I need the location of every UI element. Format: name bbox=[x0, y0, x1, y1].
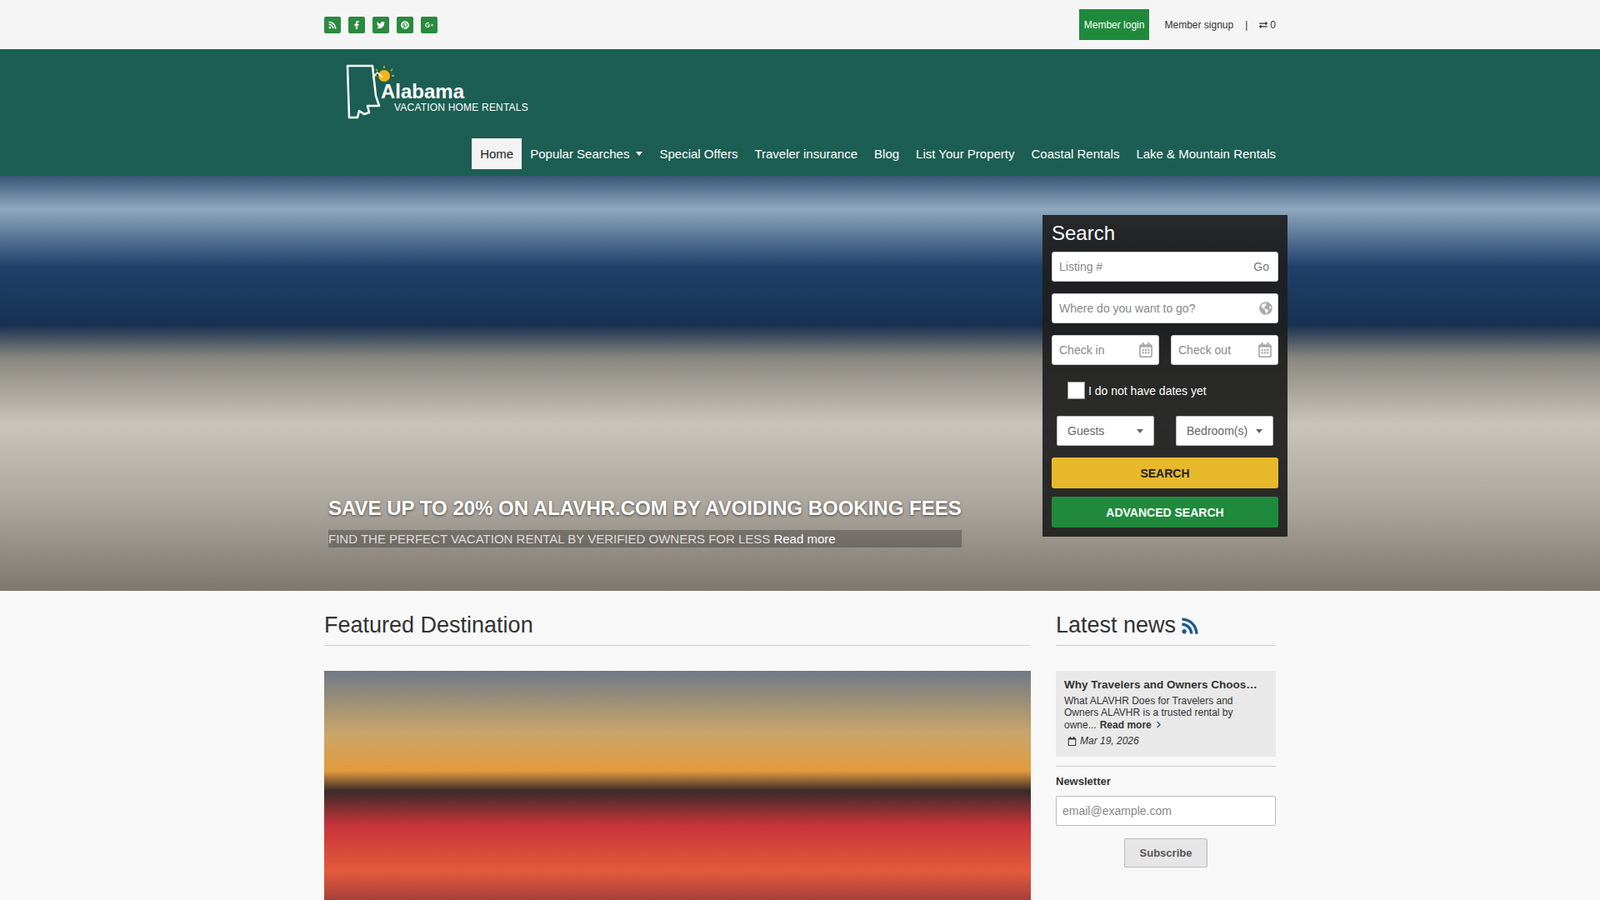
logo-name: Alabama bbox=[380, 81, 529, 102]
nav-item[interactable]: Popular Searches bbox=[521, 138, 651, 170]
search-panel: Search Go I do not have dates yetGuests Bed… bbox=[1042, 215, 1288, 537]
google-plus-icon bbox=[425, 20, 434, 30]
featured-title: Featured Destination bbox=[324, 612, 1031, 646]
member-login-button[interactable]: Member login bbox=[1079, 9, 1150, 40]
nav-item[interactable]: Traveler insurance bbox=[745, 138, 866, 170]
member-signup-link[interactable]: Member signup bbox=[1164, 19, 1234, 31]
go-button[interactable]: Go bbox=[1253, 260, 1270, 274]
nav-item[interactable]: Blog bbox=[865, 138, 908, 170]
checkbox[interactable] bbox=[1067, 381, 1085, 400]
rss-icon[interactable] bbox=[1180, 616, 1200, 635]
hero-title: SAVE UP TO 20% ON ALAVHR.COM BY AVOIDING… bbox=[328, 496, 962, 520]
calendar-icon bbox=[1257, 342, 1273, 358]
separator: | bbox=[1245, 19, 1248, 31]
social-button[interactable] bbox=[348, 16, 365, 34]
caret-icon bbox=[1255, 429, 1263, 434]
calendar-icon bbox=[1067, 736, 1077, 746]
destination-input[interactable] bbox=[1057, 300, 1260, 316]
checkout-field[interactable] bbox=[1170, 335, 1279, 365]
listing-field[interactable]: Go bbox=[1051, 251, 1279, 282]
listing-input[interactable] bbox=[1057, 259, 1254, 275]
facebook-icon bbox=[352, 20, 361, 30]
hero-read-more[interactable]: Read more bbox=[773, 531, 835, 546]
top-bar: Member login Member signup | 0 bbox=[0, 0, 1600, 50]
pinterest-icon bbox=[400, 20, 410, 30]
caret-icon bbox=[635, 151, 643, 156]
bedrooms-select[interactable]: Bedroom(s) bbox=[1175, 415, 1274, 446]
newsletter-title: Newsletter bbox=[1055, 775, 1276, 788]
logo-tagline: VACATION HOME RENTALS bbox=[394, 101, 529, 114]
hero-subtitle: FIND THE PERFECT VACATION RENTAL BY VERI… bbox=[328, 530, 962, 548]
checkin-field[interactable] bbox=[1051, 335, 1160, 365]
search-title: Search bbox=[1051, 221, 1279, 245]
social-links bbox=[324, 16, 438, 34]
nav-item[interactable]: Home bbox=[471, 138, 522, 170]
news-item-title[interactable]: Why Travelers and Owners Choos… bbox=[1064, 678, 1268, 691]
checkout-input[interactable] bbox=[1176, 342, 1258, 358]
news-excerpt: What ALAVHR Does for Travelers and Owner… bbox=[1064, 695, 1268, 731]
logo[interactable]: AlabamaVACATION HOME RENTALS bbox=[342, 62, 1276, 121]
subscribe-button[interactable]: Subscribe bbox=[1124, 838, 1209, 868]
destination-field[interactable] bbox=[1051, 293, 1279, 324]
advanced-search-button[interactable]: ADVANCED SEARCH bbox=[1051, 496, 1279, 528]
header: AlabamaVACATION HOME RENTALS HomePopular … bbox=[0, 49, 1600, 176]
news-read-more[interactable]: Read more bbox=[1100, 719, 1163, 731]
nav-item[interactable]: Lake & Mountain Rentals bbox=[1127, 138, 1285, 170]
compare-link[interactable]: 0 bbox=[1259, 19, 1276, 31]
social-button[interactable] bbox=[420, 16, 438, 34]
social-button[interactable] bbox=[324, 16, 341, 34]
guests-select[interactable]: Guests bbox=[1056, 415, 1155, 446]
nav-item[interactable]: Coastal Rentals bbox=[1023, 138, 1129, 170]
social-button[interactable] bbox=[396, 16, 414, 34]
news-card: Why Travelers and Owners Choos… What ALAV… bbox=[1055, 670, 1276, 757]
email-input[interactable] bbox=[1055, 795, 1276, 826]
no-dates-checkbox[interactable]: I do not have dates yet bbox=[1051, 365, 1279, 416]
featured-image[interactable] bbox=[324, 670, 1031, 900]
nav-item[interactable]: Special Offers bbox=[650, 138, 746, 170]
checkin-input[interactable] bbox=[1057, 342, 1139, 358]
nav-item[interactable]: List Your Property bbox=[907, 138, 1023, 170]
search-button[interactable]: SEARCH bbox=[1051, 457, 1279, 489]
main-nav: HomePopular SearchesSpecial OffersTravel… bbox=[324, 138, 1285, 170]
rss-icon bbox=[328, 20, 337, 30]
chevron-right-icon bbox=[1155, 720, 1163, 729]
news-date: Mar 19, 2026 bbox=[1067, 735, 1268, 747]
caret-icon bbox=[1136, 429, 1144, 434]
calendar-icon bbox=[1138, 342, 1154, 358]
twitter-icon bbox=[376, 20, 385, 30]
hero: SAVE UP TO 20% ON ALAVHR.COM BY AVOIDING… bbox=[0, 175, 1600, 591]
exchange-icon bbox=[1259, 20, 1268, 30]
globe-icon bbox=[1259, 301, 1273, 315]
news-title: Latest news bbox=[1055, 612, 1276, 646]
social-button[interactable] bbox=[372, 16, 390, 34]
